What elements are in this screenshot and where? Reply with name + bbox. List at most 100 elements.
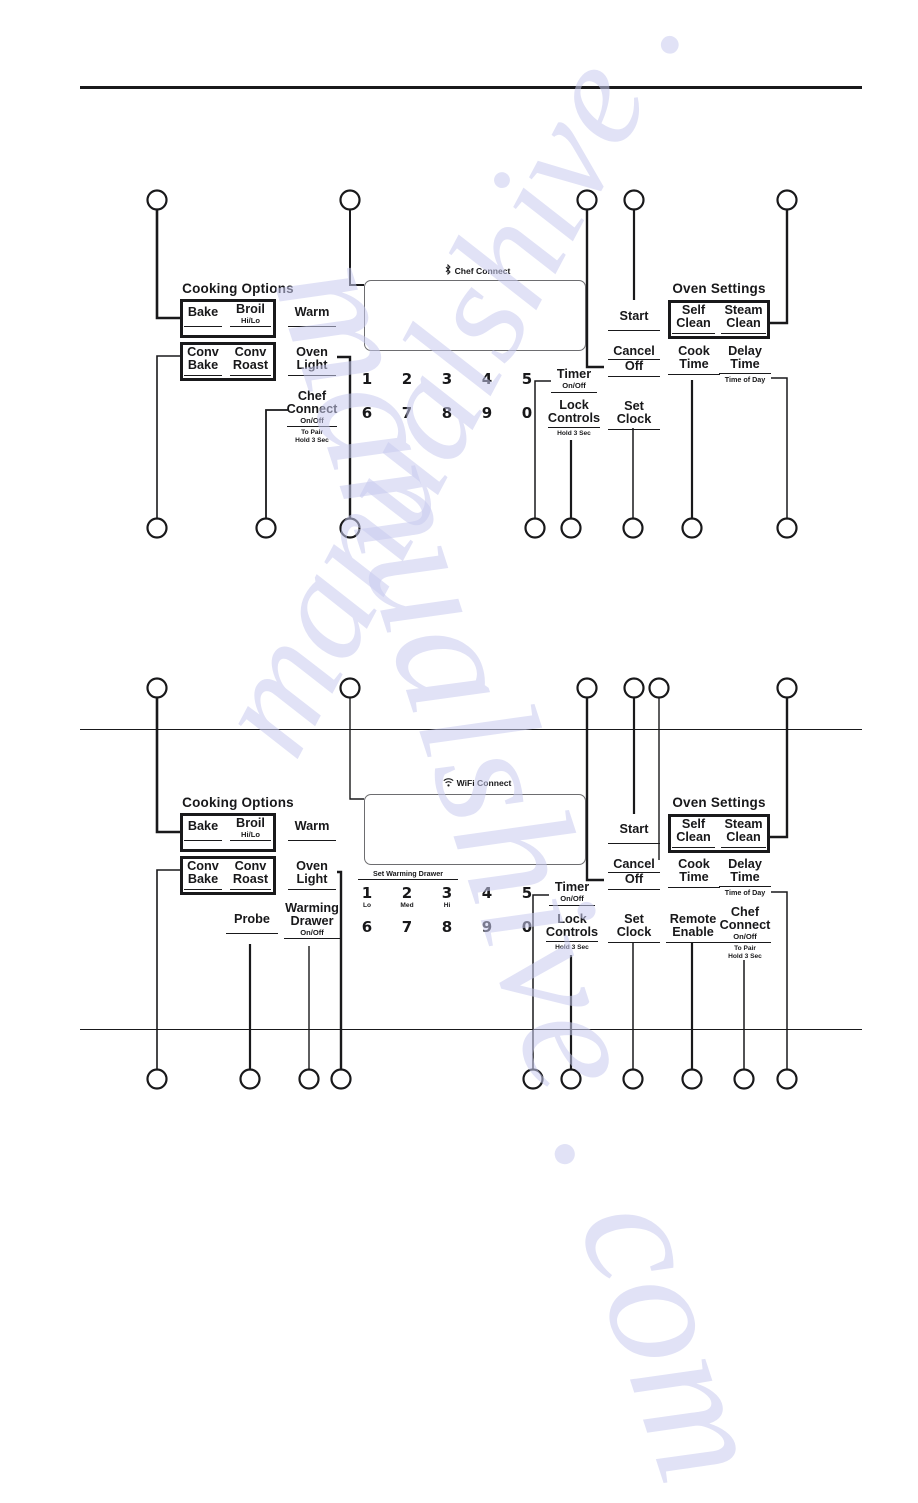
callout-circle: [146, 189, 168, 211]
callout-circle: [239, 1068, 261, 1090]
key-timer-2[interactable]: Timer On/Off: [547, 880, 597, 907]
set-warming-drawer-caption: Set Warming Drawer: [358, 869, 458, 880]
callout-circle: [255, 517, 277, 539]
key-timer[interactable]: Timer On/Off: [549, 367, 599, 394]
key-bake-label: Bake: [187, 819, 219, 833]
key-num-8-2[interactable]: 8: [434, 918, 460, 936]
key-cook-time-2[interactable]: Cook Time: [668, 857, 720, 889]
key-remote-enable-label-2: Enable: [672, 925, 714, 940]
key-num-7[interactable]: 7: [394, 404, 420, 422]
key-steam-clean[interactable]: Steam Clean: [719, 303, 768, 335]
callout-circle: [733, 1068, 755, 1090]
key-delay-time-label-2: Time: [730, 870, 760, 885]
key-start-label: Start: [619, 309, 649, 323]
key-num-3[interactable]: 3: [434, 370, 460, 388]
oven-settings-title-2: Oven Settings: [672, 795, 766, 810]
key-set-clock-label-2: Clock: [616, 412, 652, 427]
key-timer-label: Timer: [554, 880, 590, 894]
key-conv-roast-2[interactable]: Conv Roast: [228, 859, 273, 891]
key-oven-light-label-2: Light: [296, 358, 328, 373]
key-delay-time-2[interactable]: Delay Time Time of Day: [719, 857, 771, 897]
key-set-clock-label-2: Clock: [616, 925, 652, 940]
key-self-clean-2[interactable]: Self Clean: [670, 817, 717, 849]
key-num-2[interactable]: 2: [394, 370, 420, 388]
key-warm[interactable]: Warm: [288, 305, 336, 328]
callout-circle: [339, 517, 361, 539]
key-warm-2[interactable]: Warm: [288, 819, 336, 842]
key-delay-time-hint: Time of Day: [724, 887, 766, 897]
key-conv-bake[interactable]: Conv Bake: [182, 345, 224, 377]
key-cancel-label: Cancel: [613, 857, 655, 871]
key-bake-2[interactable]: Bake: [182, 819, 224, 842]
key-self-clean[interactable]: Self Clean: [670, 303, 717, 335]
key-chef-connect-2[interactable]: Chef Connect On/Off To Pair Hold 3 Sec: [716, 905, 774, 960]
key-num-1[interactable]: 1: [354, 370, 380, 388]
key-steam-clean-2[interactable]: Steam Clean: [719, 817, 768, 849]
key-cancel-off[interactable]: Cancel Off: [608, 344, 660, 378]
key-probe[interactable]: Probe: [226, 912, 278, 935]
key-num-7-2[interactable]: 7: [394, 918, 420, 936]
key-num-6-2[interactable]: 6: [354, 918, 380, 936]
key-num-4[interactable]: 4: [474, 370, 500, 388]
key-oven-light[interactable]: Oven Light: [288, 345, 336, 377]
key-timer-sub: On/Off: [562, 380, 586, 390]
key-set-clock[interactable]: Set Clock: [608, 399, 660, 431]
key-chef-connect[interactable]: Chef Connect On/Off To Pair Hold 3 Sec: [284, 389, 340, 444]
key-start-2[interactable]: Start: [608, 822, 660, 845]
key-delay-time[interactable]: Delay Time Time of Day: [719, 344, 771, 384]
display-screen-2: [364, 794, 586, 865]
key-cook-time[interactable]: Cook Time: [668, 344, 720, 376]
key-set-clock-2[interactable]: Set Clock: [608, 912, 660, 944]
key-broil[interactable]: Broil Hi/Lo: [228, 302, 273, 328]
key-timer-label: Timer: [556, 367, 592, 381]
key-num-9-2[interactable]: 9: [474, 918, 500, 936]
key-warming-drawer-label-2: Drawer: [290, 914, 334, 929]
callout-circle: [560, 517, 582, 539]
key-delay-time-hint: Time of Day: [724, 374, 766, 384]
key-num-8[interactable]: 8: [434, 404, 460, 422]
key-lock-controls-label-2: Controls: [545, 925, 599, 940]
key-remote-enable[interactable]: Remote Enable: [664, 912, 722, 944]
callout-circle: [576, 189, 598, 211]
key-chef-connect-label-2: Connect: [719, 918, 771, 933]
cooking-options-title: Cooking Options: [182, 281, 294, 296]
key-cook-time-label-2: Time: [679, 870, 709, 885]
key-num-5-2[interactable]: 5: [514, 884, 540, 902]
chef-connect-header-label: Chef Connect: [454, 266, 511, 276]
chef-connect-header: Chef Connect: [392, 263, 562, 277]
manual-page: manualshive . com manualshive . com Cook…: [0, 0, 918, 1502]
key-conv-bake-2[interactable]: Conv Bake: [182, 859, 224, 891]
key-broil-2[interactable]: Broil Hi/Lo: [228, 816, 273, 842]
key-num-4-2[interactable]: 4: [474, 884, 500, 902]
key-oven-light-2[interactable]: Oven Light: [288, 859, 336, 891]
key-num-3-2[interactable]: 3: [434, 884, 460, 902]
key-num-6[interactable]: 6: [354, 404, 380, 422]
display-screen: [364, 280, 586, 351]
key-start-label: Start: [619, 822, 649, 836]
key-num-5[interactable]: 5: [514, 370, 540, 388]
key-num-0[interactable]: 0: [514, 404, 540, 422]
key-broil-label: Broil: [236, 302, 265, 316]
key-cancel-sub: Off: [624, 872, 644, 887]
wifi-icon: [443, 778, 454, 789]
key-conv-roast[interactable]: Conv Roast: [228, 345, 273, 377]
key-start[interactable]: Start: [608, 309, 660, 332]
key-warming-drawer[interactable]: Warming Drawer On/Off: [281, 901, 343, 940]
callout-circle: [146, 1068, 168, 1090]
callout-circle: [146, 677, 168, 699]
key-num-1-2[interactable]: 1: [354, 884, 380, 902]
key-cook-time-label-2: Time: [679, 357, 709, 372]
key-lock-controls-2[interactable]: Lock Controls Hold 3 Sec: [543, 912, 601, 951]
callout-circle: [524, 517, 546, 539]
key-chef-connect-label-2: Connect: [286, 402, 338, 417]
key-bake[interactable]: Bake: [182, 305, 224, 328]
key-warming-drawer-sub: On/Off: [300, 927, 324, 937]
key-delay-time-label-2: Time: [730, 357, 760, 372]
key-num-0-2[interactable]: 0: [514, 918, 540, 936]
key-num-2-2[interactable]: 2: [394, 884, 420, 902]
oven-settings-title: Oven Settings: [672, 281, 766, 296]
key-num-9[interactable]: 9: [474, 404, 500, 422]
key-lock-controls[interactable]: Lock Controls Hold 3 Sec: [545, 398, 603, 437]
key-oven-light-label-2: Light: [296, 872, 328, 887]
key-cancel-off-2[interactable]: Cancel Off: [608, 857, 660, 891]
